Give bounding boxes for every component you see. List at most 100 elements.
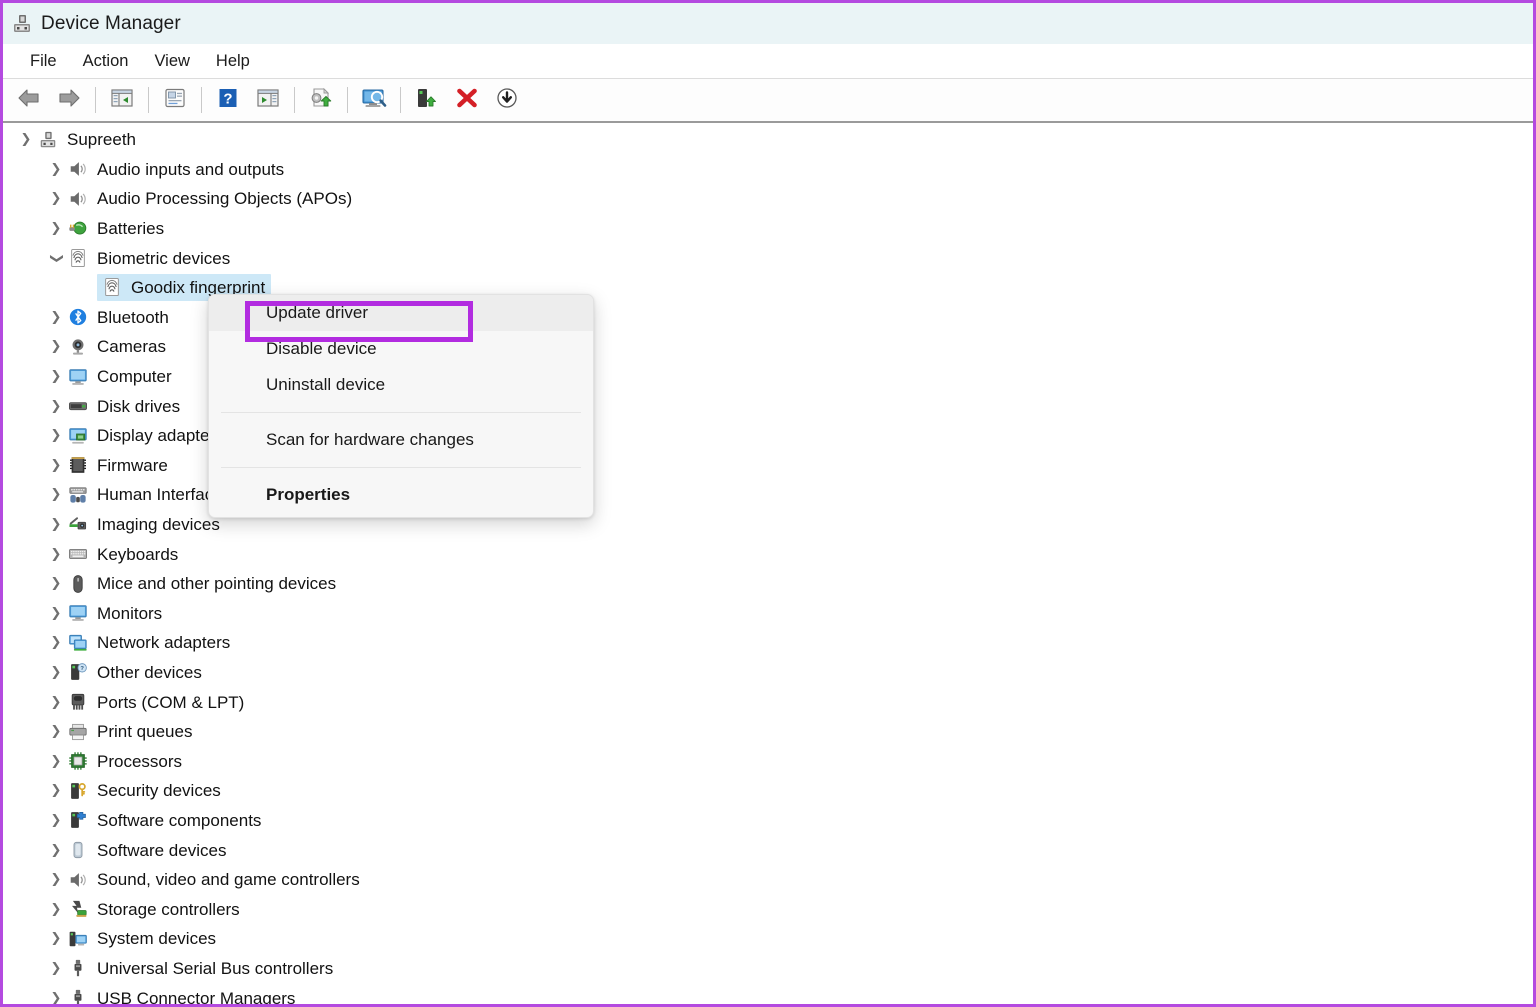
add-legacy-hardware-icon <box>414 87 440 114</box>
device-tree[interactable]: ❯ Supreeth ❯ Audio inputs and outputs ❯ Aud… <box>3 125 1533 1004</box>
device-manager-window: Device Manager File Action View Help ? ❯… <box>0 0 1536 1007</box>
ctx-disable-device[interactable]: Disable device <box>209 331 593 367</box>
chevron-right-icon[interactable]: ❯ <box>45 340 67 353</box>
toolbar-help-button[interactable]: ? <box>208 83 248 117</box>
tree-item-ports-com-lpt[interactable]: ❯ Ports (COM & LPT) <box>3 687 1533 717</box>
storage-controller-icon <box>67 898 89 920</box>
firmware-chip-icon <box>67 454 89 476</box>
chevron-right-icon[interactable]: ❯ <box>45 725 67 738</box>
tree-item-storage-controllers[interactable]: ❯ Storage controllers <box>3 894 1533 924</box>
tree-item-other-devices[interactable]: ❯? Other devices <box>3 658 1533 688</box>
context-menu-separator <box>221 467 581 468</box>
monitor-icon <box>67 602 89 624</box>
toolbar-console-tree-button[interactable] <box>102 83 142 117</box>
context-menu[interactable]: Update driver Disable device Uninstall d… <box>208 294 594 518</box>
ctx-scan-hardware-changes[interactable]: Scan for hardware changes <box>209 422 593 458</box>
chevron-right-icon[interactable]: ❯ <box>45 784 67 797</box>
ctx-uninstall-device[interactable]: Uninstall device <box>209 367 593 403</box>
tree-item-mice-and-other-pointing-devices[interactable]: ❯ Mice and other pointing devices <box>3 569 1533 599</box>
chevron-right-icon[interactable]: ❯ <box>45 932 67 945</box>
chevron-right-icon[interactable]: ❯ <box>45 607 67 620</box>
tree-item-label: Storage controllers <box>97 899 240 919</box>
ctx-properties[interactable]: Properties <box>209 477 593 513</box>
tree-item-batteries[interactable]: ❯ Batteries <box>3 214 1533 244</box>
chevron-right-icon[interactable]: ❯ <box>45 192 67 205</box>
chevron-right-icon[interactable]: ❯ <box>45 696 67 709</box>
chevron-right-icon[interactable]: ❯ <box>45 370 67 383</box>
fingerprint-icon <box>101 276 123 298</box>
chevron-right-icon[interactable]: ❯ <box>45 844 67 857</box>
tree-item-audio-inputs-and-outputs[interactable]: ❯ Audio inputs and outputs <box>3 155 1533 185</box>
chevron-down-icon[interactable]: ❯ <box>45 252 67 265</box>
tree-item-label: Imaging devices <box>97 515 220 535</box>
tree-item-universal-serial-bus-controllers[interactable]: ❯ Universal Serial Bus controllers <box>3 954 1533 984</box>
show-hide-console-tree-icon <box>110 87 134 114</box>
tree-item-sound-video-and-game-controllers[interactable]: ❯ Sound, video and game controllers <box>3 865 1533 895</box>
tree-item-label: Print queues <box>97 722 193 742</box>
tree-item-keyboards[interactable]: ❯ Keyboards <box>3 539 1533 569</box>
tree-item-biometric-devices[interactable]: ❯ Biometric devices <box>3 243 1533 273</box>
toolbar-forward-button[interactable] <box>49 83 89 117</box>
toolbar-properties-button[interactable] <box>155 83 195 117</box>
tree-item-label: Batteries <box>97 219 165 239</box>
chevron-right-icon[interactable]: ❯ <box>45 636 67 649</box>
chevron-right-icon[interactable]: ❯ <box>45 903 67 916</box>
tree-item-label: Monitors <box>97 603 163 623</box>
toolbar-add-device-button[interactable] <box>407 83 447 117</box>
chevron-right-icon[interactable]: ❯ <box>45 400 67 413</box>
tree-item-print-queues[interactable]: ❯ Print queues <box>3 717 1533 747</box>
menu-bar: File Action View Help <box>3 44 1533 79</box>
chevron-down-icon[interactable]: ❯ <box>15 133 37 146</box>
hid-icon <box>67 484 89 506</box>
menu-action[interactable]: Action <box>70 49 142 74</box>
menu-view[interactable]: View <box>141 49 202 74</box>
battery-icon <box>67 218 89 240</box>
chevron-right-icon[interactable]: ❯ <box>45 311 67 324</box>
toolbar-separator <box>201 87 202 113</box>
ctx-update-driver[interactable]: Update driver <box>209 295 593 331</box>
chevron-right-icon[interactable]: ❯ <box>45 459 67 472</box>
tree-item-label: Disk drives <box>97 396 181 416</box>
help-icon: ? <box>216 87 240 114</box>
chevron-right-icon[interactable]: ❯ <box>45 488 67 501</box>
toolbar-scan-hardware-button[interactable] <box>354 83 394 117</box>
chevron-right-icon[interactable]: ❯ <box>45 814 67 827</box>
tree-item-security-devices[interactable]: ❯ Security devices <box>3 776 1533 806</box>
menu-help[interactable]: Help <box>203 49 263 74</box>
tree-children: ❯ Audio inputs and outputs ❯ Audio Processi… <box>3 155 1533 1004</box>
chevron-right-icon[interactable]: ❯ <box>45 755 67 768</box>
chevron-right-icon[interactable]: ❯ <box>45 222 67 235</box>
printer-icon <box>67 721 89 743</box>
display-adapter-icon <box>67 425 89 447</box>
software-component-icon <box>67 809 89 831</box>
chevron-right-icon[interactable]: ❯ <box>45 962 67 975</box>
tree-item-audio-processing-objects-apos[interactable]: ❯ Audio Processing Objects (APOs) <box>3 184 1533 214</box>
chevron-right-icon[interactable]: ❯ <box>45 873 67 886</box>
chevron-right-icon[interactable]: ❯ <box>45 518 67 531</box>
context-menu-separator <box>221 412 581 413</box>
processor-icon <box>67 750 89 772</box>
tree-item-processors[interactable]: ❯ Processors <box>3 746 1533 776</box>
tree-item-software-devices[interactable]: ❯ Software devices <box>3 835 1533 865</box>
chevron-right-icon[interactable]: ❯ <box>45 429 67 442</box>
toolbar-back-button[interactable] <box>9 83 49 117</box>
monitor-icon <box>67 366 89 388</box>
tree-item-system-devices[interactable]: ❯ System devices <box>3 924 1533 954</box>
chevron-right-icon[interactable]: ❯ <box>45 666 67 679</box>
toolbar-disable-device-button[interactable] <box>487 83 527 117</box>
chevron-right-icon[interactable]: ❯ <box>45 163 67 176</box>
toolbar-uninstall-device-button[interactable] <box>447 83 487 117</box>
tree-item-label: Biometric devices <box>97 248 231 268</box>
menu-file[interactable]: File <box>17 49 70 74</box>
tree-item-usb-connector-managers[interactable]: ❯ USB Connector Managers <box>3 983 1533 1004</box>
tree-item-software-components[interactable]: ❯ Software components <box>3 806 1533 836</box>
tree-item-monitors[interactable]: ❯ Monitors <box>3 599 1533 629</box>
chevron-right-icon[interactable]: ❯ <box>45 577 67 590</box>
toolbar-action-pane-button[interactable] <box>248 83 288 117</box>
tree-item-supreeth[interactable]: ❯ Supreeth <box>3 125 1533 155</box>
tree-item-network-adapters[interactable]: ❯ Network adapters <box>3 628 1533 658</box>
chevron-right-icon[interactable]: ❯ <box>45 548 67 561</box>
chevron-right-icon[interactable]: ❯ <box>45 992 67 1004</box>
toolbar-update-driver-button[interactable] <box>301 83 341 117</box>
tree-item-label: Processors <box>97 751 183 771</box>
